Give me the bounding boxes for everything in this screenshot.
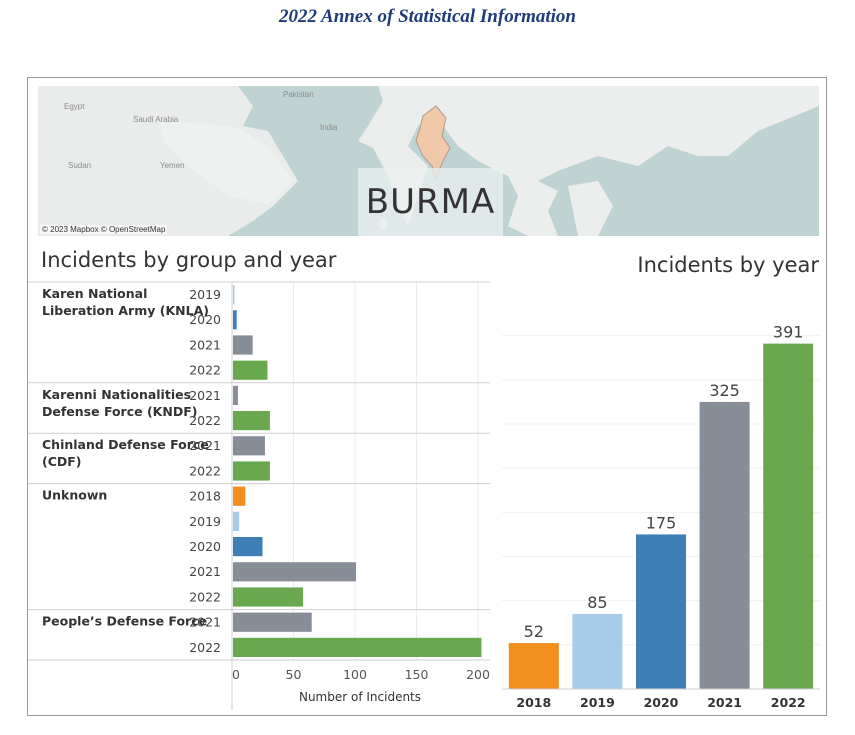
bar-2018 bbox=[233, 486, 246, 506]
year-label: 2019 bbox=[189, 514, 221, 529]
bar-2022 bbox=[763, 343, 814, 689]
year-label: 2020 bbox=[189, 312, 221, 327]
document-title: 2022 Annex of Statistical Information bbox=[278, 6, 576, 27]
incidents-by-year-chart: 52 2018 85 2019 175 2020 325 2021 391 2022 bbox=[502, 323, 820, 710]
year-label: 2021 bbox=[189, 564, 221, 579]
incidents-by-group-chart: Karen NationalLiberation Army (KNLA)2019… bbox=[28, 281, 490, 710]
data-label: 52 bbox=[524, 622, 544, 641]
bar-2019 bbox=[572, 613, 623, 689]
year-label: 2022 bbox=[189, 589, 221, 604]
map-label-saudi-arabia: Saudi Arabia bbox=[133, 115, 179, 124]
year-label: 2021 bbox=[189, 337, 221, 352]
bar-2021 bbox=[233, 562, 356, 582]
map-label-egypt: Egypt bbox=[64, 102, 85, 111]
map-label-india: India bbox=[320, 123, 338, 132]
bar-2022 bbox=[233, 637, 482, 657]
map-label-sudan: Sudan bbox=[68, 161, 92, 170]
group-label: Defense Force (KNDF) bbox=[42, 404, 197, 419]
year-label: 2022 bbox=[189, 413, 221, 428]
bar-2022 bbox=[233, 411, 270, 431]
group-label: Chinland Defense Force bbox=[42, 437, 209, 452]
year-label: 2020 bbox=[189, 539, 221, 554]
x-tick-label: 0 bbox=[232, 667, 240, 682]
group-label: (CDF) bbox=[42, 454, 82, 469]
group-label: Karenni Nationalities bbox=[42, 387, 191, 402]
category-label: 2022 bbox=[771, 695, 806, 710]
bar-2019 bbox=[233, 285, 235, 305]
x-axis-title: Number of Incidents bbox=[299, 690, 421, 704]
bar-2022 bbox=[233, 587, 304, 607]
category-label: 2021 bbox=[707, 695, 742, 710]
bar-2021 bbox=[233, 335, 253, 355]
bar-2021 bbox=[699, 401, 750, 689]
year-label: 2021 bbox=[189, 438, 221, 453]
map-panel[interactable]: Egypt Saudi Arabia Pakistan India Sudan … bbox=[38, 86, 819, 236]
x-tick-label: 100 bbox=[343, 667, 367, 682]
bar-2021 bbox=[233, 612, 312, 632]
data-label: 85 bbox=[587, 593, 607, 612]
group-label: Unknown bbox=[42, 488, 107, 503]
bar-2020 bbox=[233, 537, 263, 557]
category-label: 2020 bbox=[644, 695, 679, 710]
map-label-pakistan: Pakistan bbox=[283, 90, 314, 99]
year-label: 2022 bbox=[189, 463, 221, 478]
year-label: 2022 bbox=[189, 363, 221, 378]
data-label: 391 bbox=[773, 323, 804, 342]
year-label: 2019 bbox=[189, 287, 221, 302]
data-label: 175 bbox=[646, 513, 677, 532]
year-label: 2021 bbox=[189, 615, 221, 630]
bar-2021 bbox=[233, 436, 265, 456]
map-label-yemen: Yemen bbox=[160, 161, 185, 170]
group-label: People’s Defense Force bbox=[42, 614, 207, 629]
year-label: 2021 bbox=[189, 388, 221, 403]
data-label: 325 bbox=[709, 381, 740, 400]
bar-2022 bbox=[233, 360, 268, 380]
bar-2021 bbox=[233, 385, 238, 405]
map-credit[interactable]: © 2023 Mapbox © OpenStreetMap bbox=[40, 225, 168, 234]
x-tick-label: 200 bbox=[466, 667, 490, 682]
dashboard-frame: Egypt Saudi Arabia Pakistan India Sudan … bbox=[27, 77, 827, 716]
left-chart-title: Incidents by group and year bbox=[41, 248, 337, 272]
group-label: Karen National bbox=[42, 286, 147, 301]
bar-2020 bbox=[233, 310, 237, 330]
bar-2020 bbox=[636, 534, 686, 689]
category-label: 2019 bbox=[580, 695, 615, 710]
bar-2022 bbox=[233, 461, 270, 481]
bar-2018 bbox=[508, 643, 559, 689]
x-tick-label: 150 bbox=[405, 667, 429, 682]
bar-2019 bbox=[233, 511, 240, 531]
year-label: 2022 bbox=[189, 640, 221, 655]
category-label: 2018 bbox=[516, 695, 551, 710]
x-tick-label: 50 bbox=[286, 667, 302, 682]
group-label: Liberation Army (KNLA) bbox=[42, 303, 209, 318]
year-label: 2018 bbox=[189, 489, 221, 504]
right-chart-title: Incidents by year bbox=[637, 253, 819, 277]
highlight-country-label: BURMA bbox=[365, 182, 496, 222]
